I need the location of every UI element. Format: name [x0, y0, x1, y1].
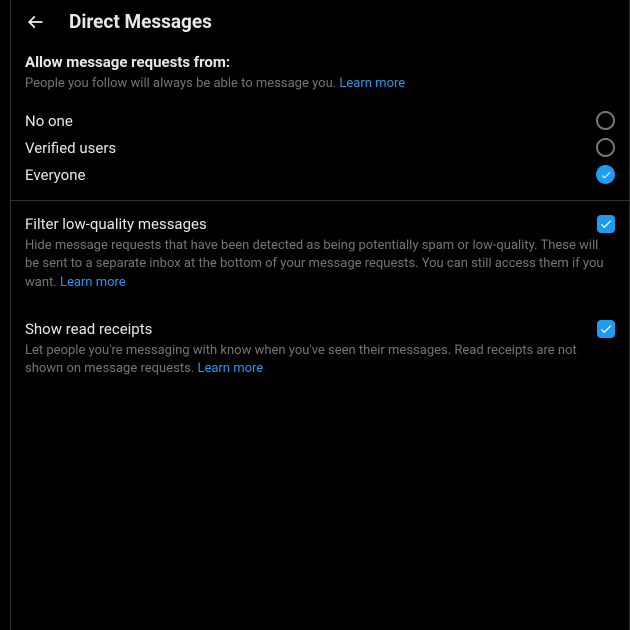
- radio-unchecked-icon: [596, 111, 615, 130]
- radio-label: No one: [25, 112, 73, 130]
- page-title: Direct Messages: [69, 10, 212, 33]
- radio-label: Verified users: [25, 139, 116, 157]
- checkmark-icon: [599, 322, 613, 336]
- back-arrow-icon[interactable]: [25, 12, 45, 32]
- radio-option-verified[interactable]: Verified users: [11, 134, 629, 161]
- radio-option-no-one[interactable]: No one: [11, 107, 629, 134]
- learn-more-link[interactable]: Learn more: [60, 275, 126, 290]
- radio-label: Everyone: [25, 166, 85, 184]
- read-receipts-title: Show read receipts: [25, 320, 152, 338]
- filter-low-quality-section: Filter low-quality messages Hide message…: [11, 201, 629, 306]
- allow-requests-title: Allow message requests from:: [25, 53, 615, 71]
- allow-requests-section: Allow message requests from: People you …: [11, 43, 629, 107]
- checkmark-icon: [599, 217, 613, 231]
- learn-more-link[interactable]: Learn more: [197, 361, 263, 376]
- learn-more-link[interactable]: Learn more: [339, 76, 405, 91]
- read-receipts-description: Let people you're messaging with know wh…: [25, 342, 615, 378]
- filter-low-quality-title: Filter low-quality messages: [25, 215, 207, 233]
- radio-unchecked-icon: [596, 138, 615, 157]
- filter-low-quality-row: Filter low-quality messages: [25, 215, 615, 233]
- filter-low-quality-checkbox[interactable]: [597, 215, 615, 233]
- read-receipts-section: Show read receipts Let people you're mes…: [11, 306, 629, 392]
- radio-option-everyone[interactable]: Everyone: [11, 161, 629, 188]
- filter-low-quality-description: Hide message requests that have been det…: [25, 237, 615, 292]
- read-receipts-checkbox[interactable]: [597, 320, 615, 338]
- header: Direct Messages: [11, 0, 629, 43]
- settings-panel: Direct Messages Allow message requests f…: [10, 0, 630, 630]
- allow-requests-description: People you follow will always be able to…: [25, 75, 615, 93]
- read-receipts-row: Show read receipts: [25, 320, 615, 338]
- radio-checked-icon: [596, 165, 615, 184]
